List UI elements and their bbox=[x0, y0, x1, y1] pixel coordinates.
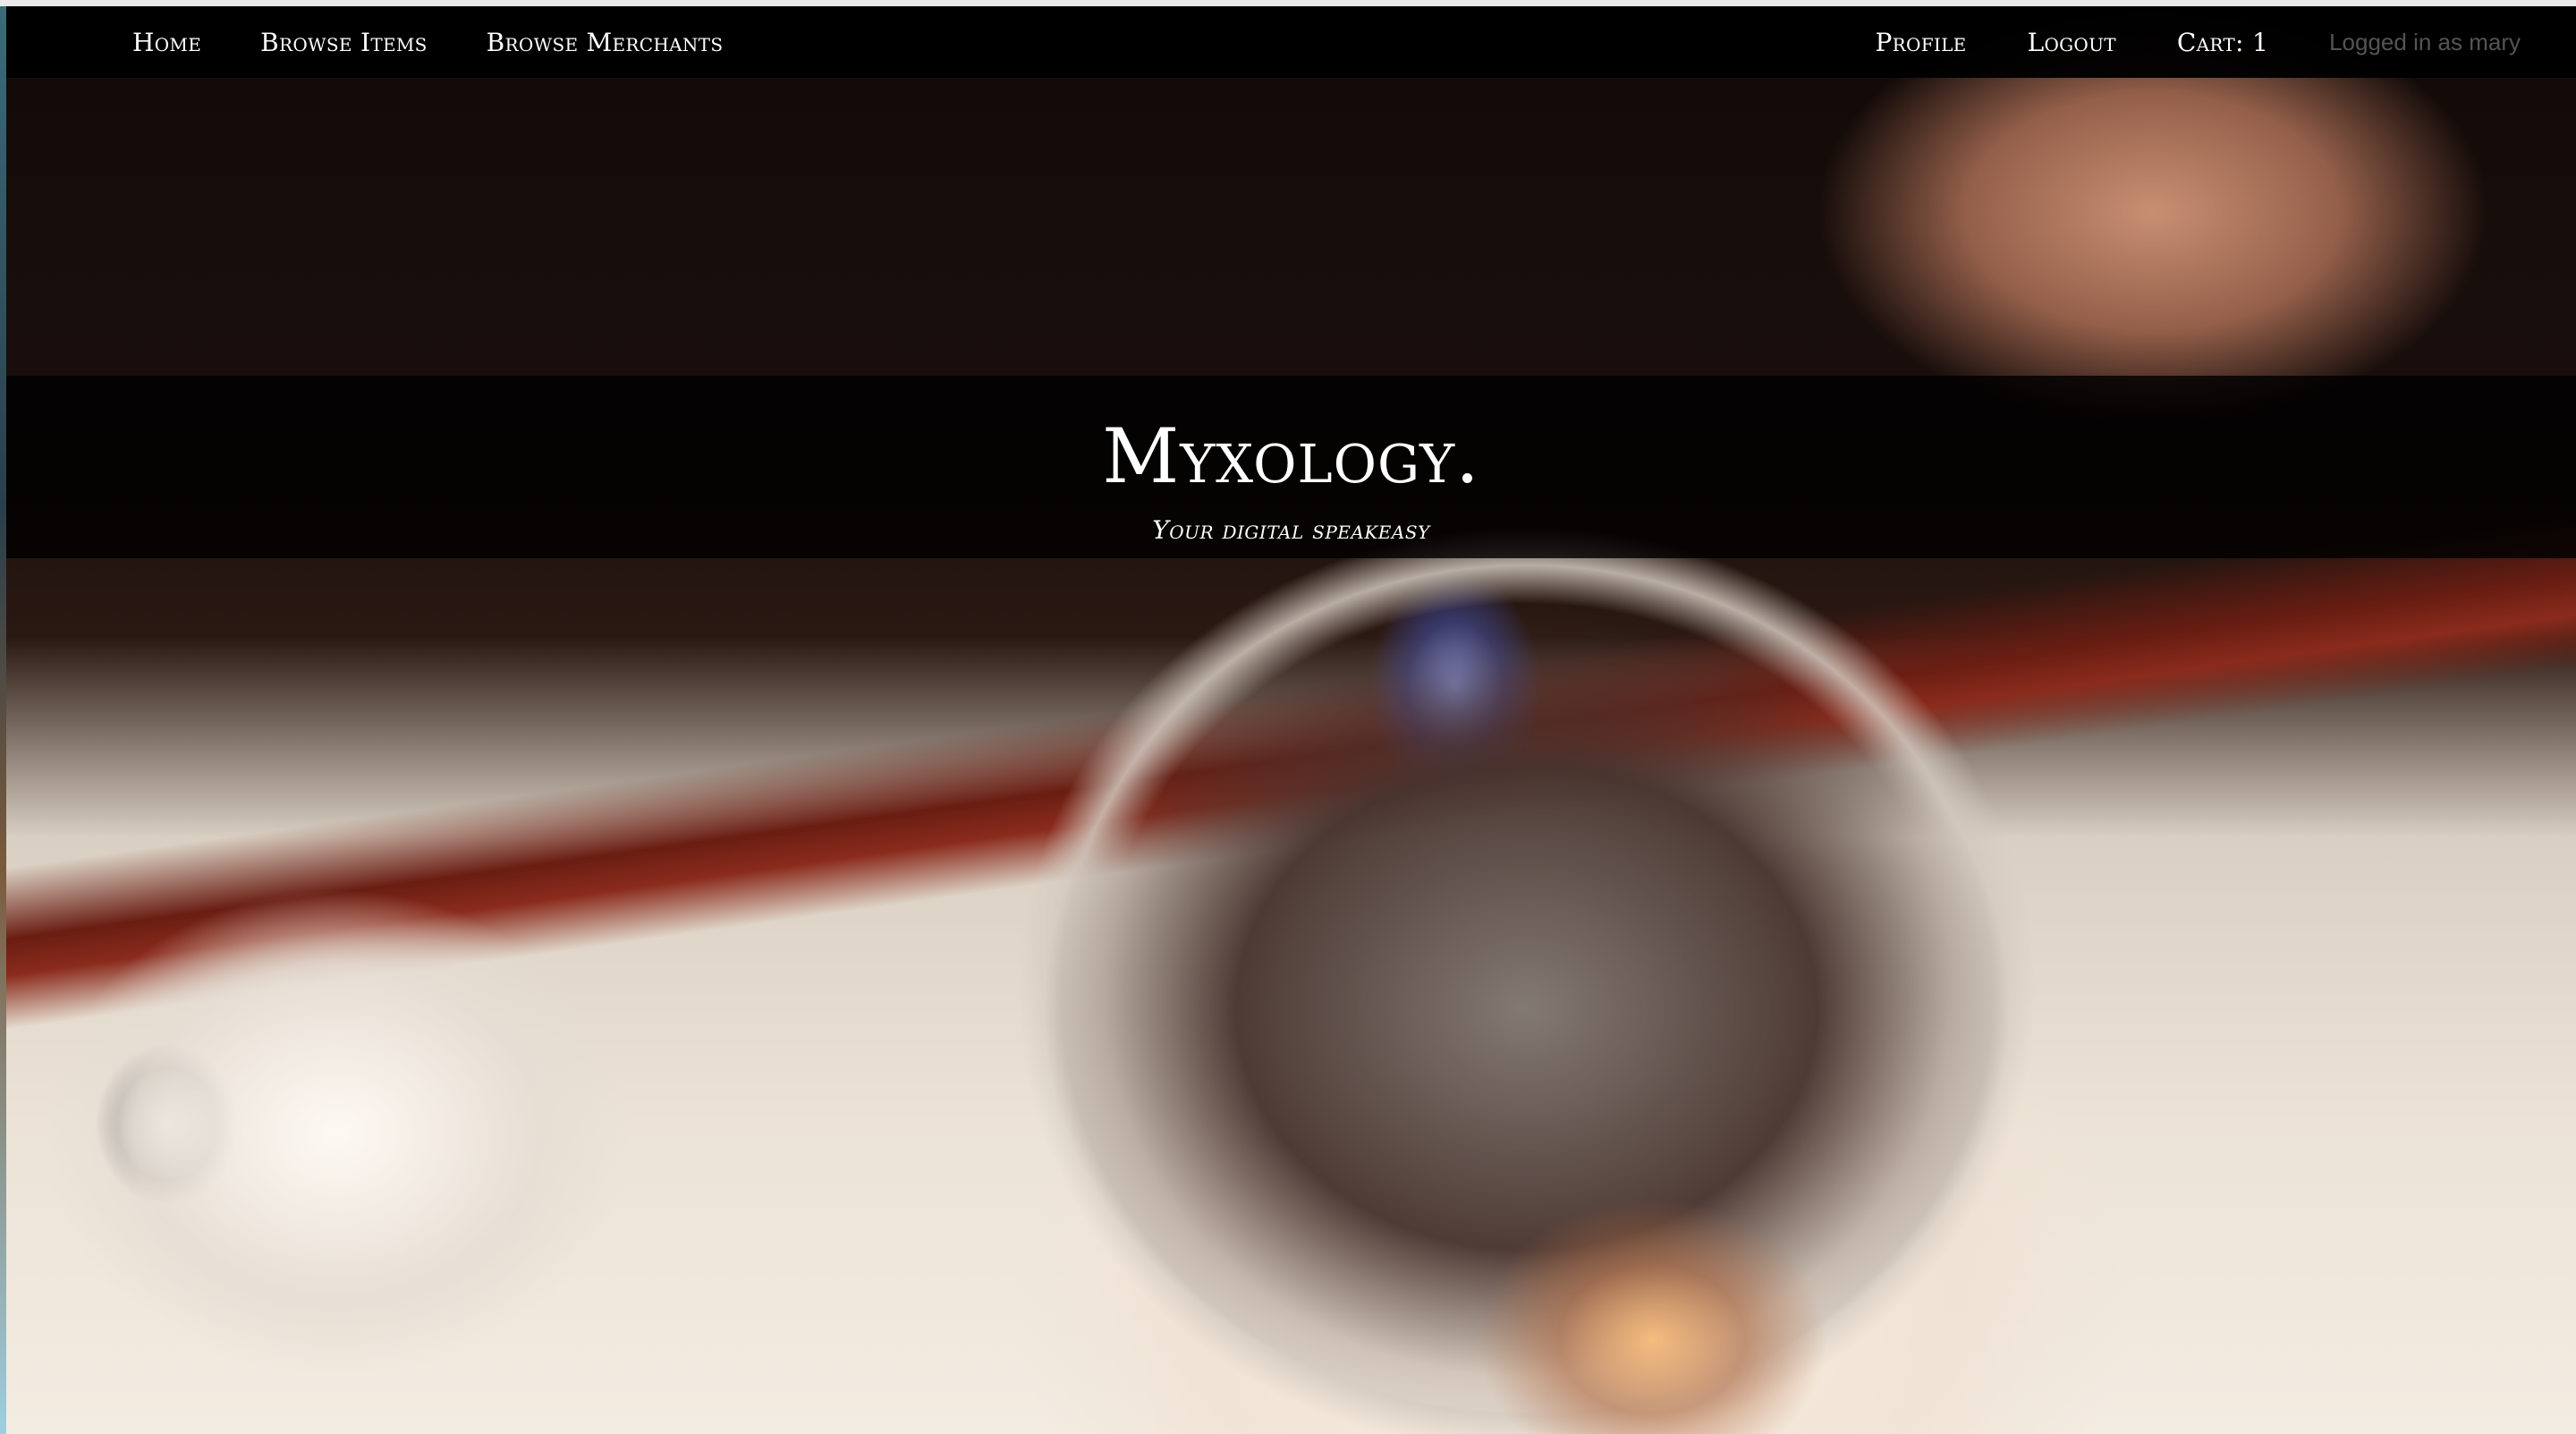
site-tagline: Your digital speakeasy bbox=[1152, 515, 1430, 545]
nav-cart-link[interactable]: Cart: 1 bbox=[2177, 28, 2268, 57]
nav-browse-merchants-link[interactable]: Browse Merchants bbox=[487, 28, 724, 57]
nav-home-link[interactable]: Home bbox=[132, 28, 201, 57]
site-title: Myxology. bbox=[1102, 412, 1480, 500]
login-status-text: Logged in as mary bbox=[2329, 28, 2521, 55]
window-edge bbox=[0, 6, 6, 1434]
nav-browse-items-link[interactable]: Browse Items bbox=[260, 28, 428, 57]
hero-title-band: Myxology. Your digital speakeasy bbox=[6, 376, 2576, 558]
nav-profile-link[interactable]: Profile bbox=[1876, 28, 1967, 57]
nav-left-group: Home Browse Items Browse Merchants bbox=[132, 28, 782, 57]
hero-background-image bbox=[6, 6, 2576, 1434]
top-navbar: Home Browse Items Browse Merchants Profi… bbox=[6, 6, 2576, 78]
nav-logout-link[interactable]: Logout bbox=[2028, 28, 2116, 57]
nav-right-group: Profile Logout Cart: 1 Logged in as mary bbox=[1815, 28, 2521, 57]
page: Home Browse Items Browse Merchants Profi… bbox=[0, 0, 2576, 1434]
